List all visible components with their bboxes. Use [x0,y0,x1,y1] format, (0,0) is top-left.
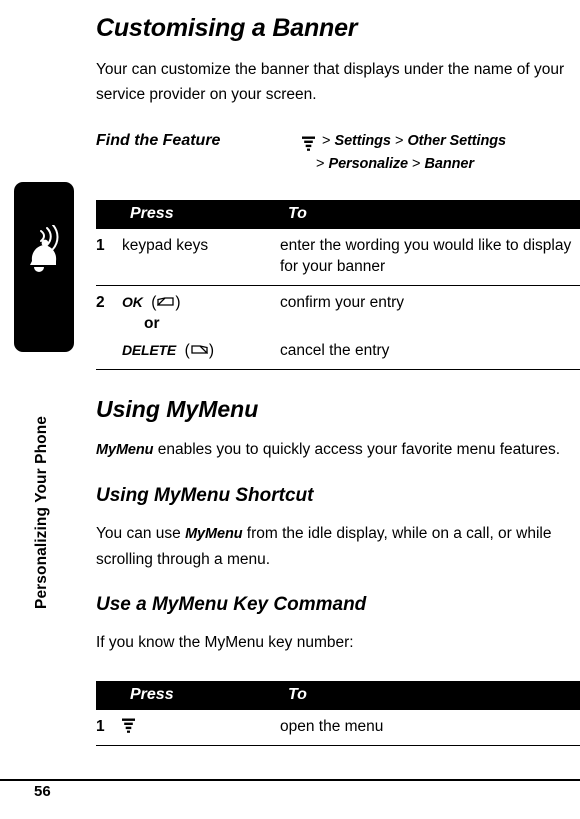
col-step [96,200,122,229]
col-step [96,681,122,710]
table-header-row: Press To [96,200,580,229]
mymenu-term: MyMenu [185,526,243,542]
ff-item-settings: Settings [334,133,392,149]
key-command-paragraph: If you know the MyMenu key number: [96,634,354,651]
col-press: Press [122,681,280,710]
page-content: Customising a Banner Your can customize … [96,0,580,746]
step-number: 2 [96,294,105,311]
right-softkey-icon [156,294,175,308]
menu-key-icon [122,718,135,733]
or-separator: or [144,315,160,332]
press-cell: keypad keys [122,229,280,286]
find-the-feature-path: > Settings > Other Settings > Personaliz… [302,131,506,174]
ff-item-banner: Banner [424,156,474,172]
press-cell [122,710,280,746]
paren-close: ) [208,342,214,359]
subsection-heading-key-command: Use a MyMenu Key Command [96,594,367,615]
col-press: Press [122,200,280,229]
to-cell: open the menu [280,710,580,746]
col-to: To [280,681,580,710]
col-to: To [280,200,580,229]
table-row: 1 open the menu [96,710,580,746]
left-softkey-icon [191,342,209,356]
mymenu-paragraph: MyMenu enables you to quickly access you… [96,437,580,463]
step-number [96,334,122,370]
page-number: 56 [34,783,51,800]
to-cell: cancel the entry [280,334,580,370]
step-number: 1 [96,229,122,286]
subsection-heading-shortcut: Using MyMenu Shortcut [96,485,314,506]
mymenu-paragraph-rest: enables you to quickly access your favor… [153,441,561,458]
table-header-row: Press To [96,681,580,710]
paren-close: ) [175,294,181,311]
table-row: DELETE () cancel the entry [96,334,580,370]
ff-sep-1: > [322,133,331,149]
ff-sep-4: > [412,156,421,172]
to-cell: enter the wording you would like to disp… [280,229,580,286]
find-the-feature: Find the Feature > Settings > Other Sett… [96,131,580,174]
ff-item-personalize: Personalize [328,156,409,172]
paren-open: ( [180,342,190,359]
to-cell: confirm your entry [280,294,405,311]
press-cell: DELETE () [122,334,280,370]
shortcut-paragraph: You can use MyMenu from the idle display… [96,521,580,572]
page-title: Customising a Banner [96,14,358,42]
table-row: 1 keypad keys enter the wording you woul… [96,229,580,286]
find-the-feature-label: Find the Feature [96,132,221,149]
softkey-label-ok: OK [122,294,143,310]
menu-key-icon [302,136,315,151]
ff-sep-2: > [394,133,404,149]
sidebar-running-head: Personalizing Your Phone [0,0,92,819]
section-heading-using-mymenu: Using MyMenu [96,396,259,422]
mymenu-term: MyMenu [96,442,154,458]
intro-paragraph: Your can customize the banner that displ… [96,61,565,103]
table-row: 2 OK () or confirm your entry [96,286,580,335]
footer-rule [0,779,580,781]
shortcut-paragraph-pre: You can use [96,525,186,542]
bell-ringing-icon [26,224,70,277]
running-head-text: Personalizing Your Phone [33,415,50,609]
procedure-table-banner: Press To 1 keypad keys enter the wording… [96,200,580,370]
softkey-label-delete: DELETE [122,342,177,358]
press-cell: OK () or [122,286,280,335]
step-number: 1 [96,710,122,746]
ff-sep-3: > [316,156,325,172]
ff-item-other-settings: Other Settings [407,133,506,149]
procedure-table-mymenu: Press To 1 open the menu [96,681,580,746]
paren-open: ( [146,294,157,311]
